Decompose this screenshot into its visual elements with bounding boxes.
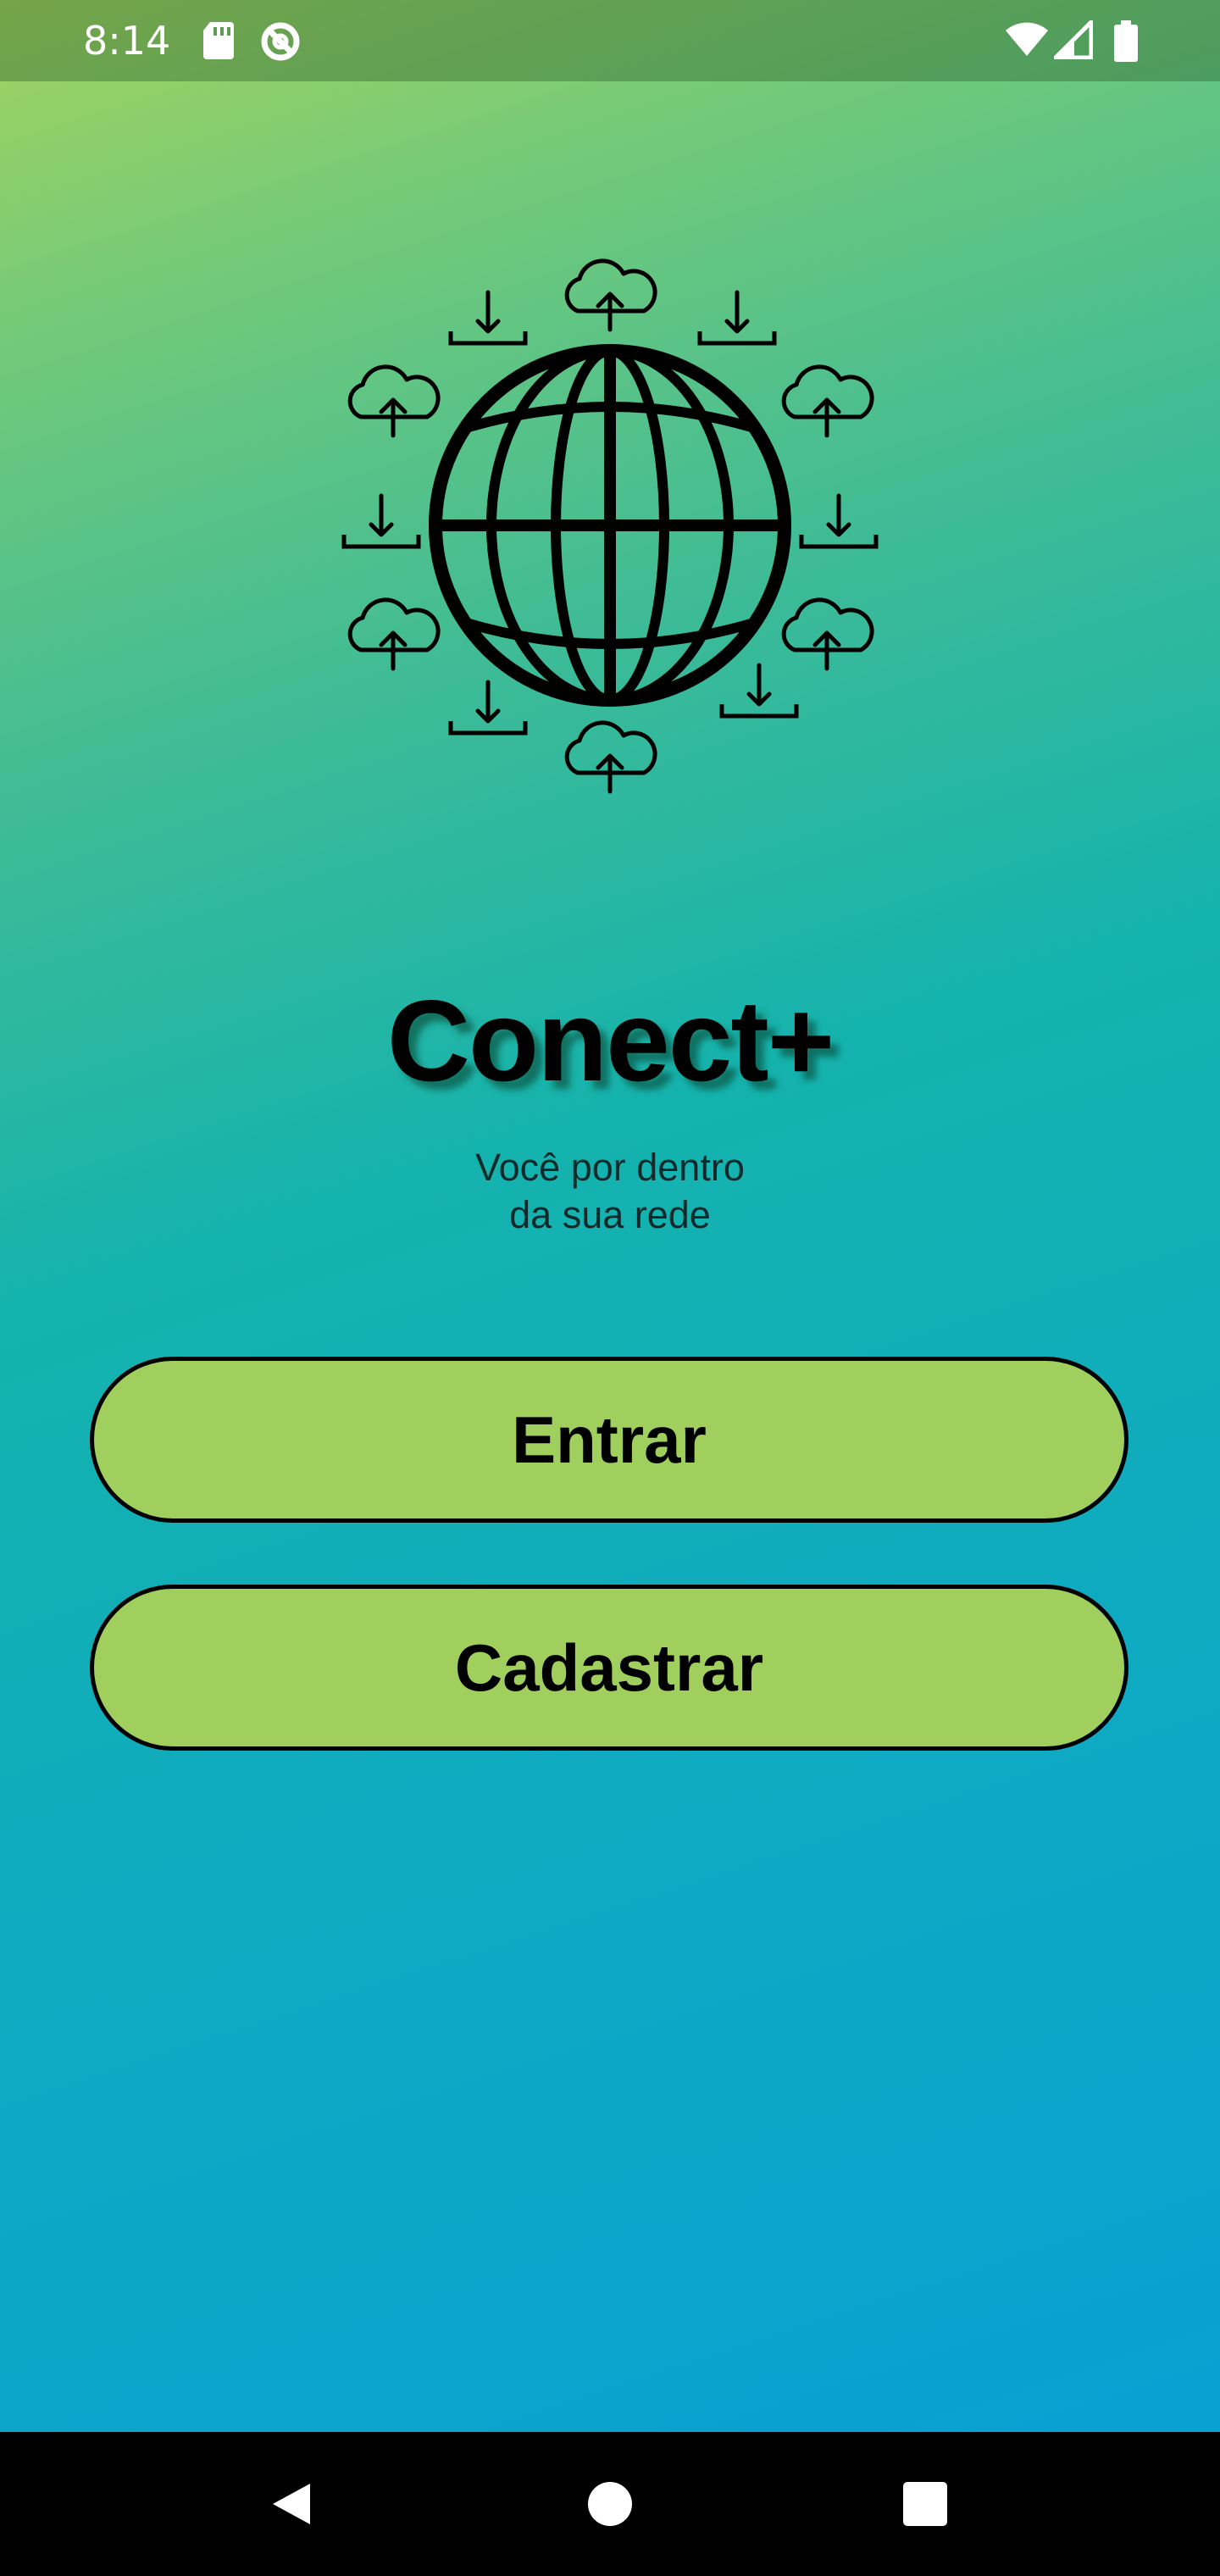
data-saver-icon <box>259 20 302 66</box>
tagline-line-1: Você por dentro <box>475 1146 745 1189</box>
app-tagline: Você por dentro da sua rede <box>0 1144 1220 1239</box>
signup-button[interactable]: Cadastrar <box>90 1585 1128 1751</box>
app-title: Conect+ <box>386 976 835 1105</box>
navigation-bar <box>0 2432 1220 2576</box>
home-icon[interactable] <box>542 2432 678 2576</box>
battery-icon <box>1113 20 1139 66</box>
back-icon[interactable] <box>224 2432 359 2576</box>
cell-signal-icon <box>1050 16 1094 63</box>
recents-icon[interactable] <box>857 2432 993 2576</box>
tagline-line-2: da sua rede <box>509 1193 711 1236</box>
status-time: 8:14 <box>83 18 171 64</box>
status-bar: 8:14 <box>0 0 1220 81</box>
wifi-icon <box>1005 20 1049 61</box>
sd-card-icon <box>202 20 236 64</box>
globe-cloud-network-icon <box>339 250 881 801</box>
login-button[interactable]: Entrar <box>90 1357 1128 1523</box>
